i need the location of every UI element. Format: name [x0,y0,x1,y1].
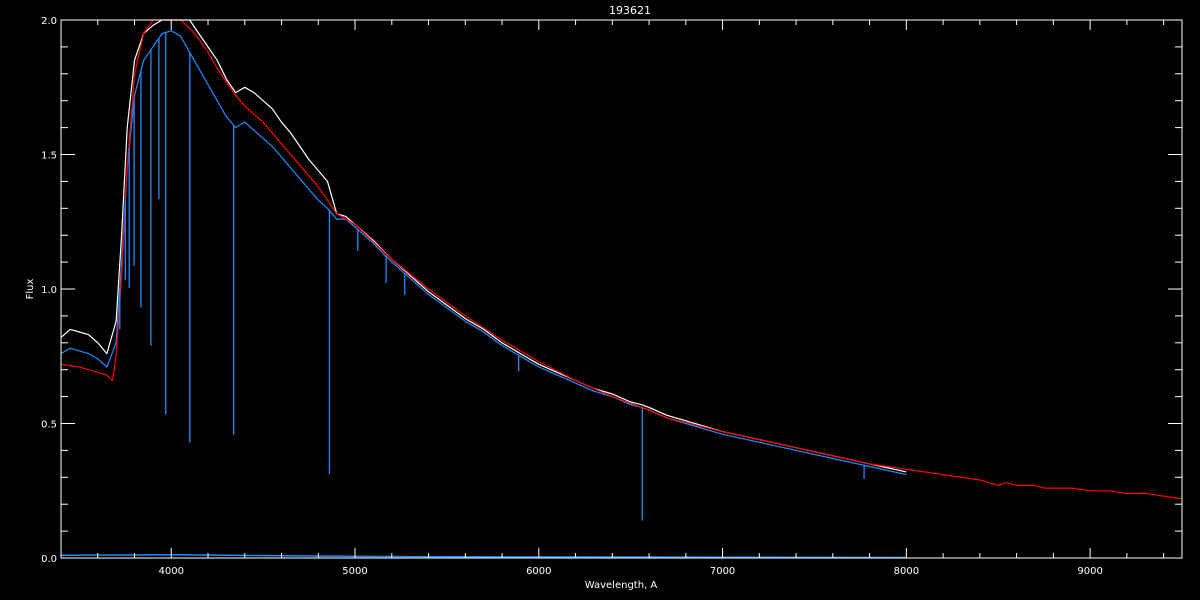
y-tick-label: 1.0 [41,285,57,296]
y-tick-label: 0.5 [41,420,57,431]
x-tick-label: 9000 [1077,566,1102,577]
y-axis-label: Flux [25,279,36,300]
y-tick-label: 2.0 [41,16,57,27]
spectrum-chart: 193621 4000 5000 6000 7000 8000 9000 0.0 0.5 1.0… [0,0,1200,600]
x-tick-label: 4000 [159,566,184,577]
x-tick-label: 7000 [710,566,735,577]
x-tick-label: 5000 [342,566,367,577]
chart-background [0,0,1200,600]
chart-title: 193621 [609,4,651,17]
x-axis-label: Wavelength, A [585,580,658,591]
x-tick-label: 8000 [894,566,919,577]
y-tick-label: 0.0 [41,554,57,565]
x-tick-label: 6000 [526,566,551,577]
y-tick-label: 1.5 [41,151,57,162]
